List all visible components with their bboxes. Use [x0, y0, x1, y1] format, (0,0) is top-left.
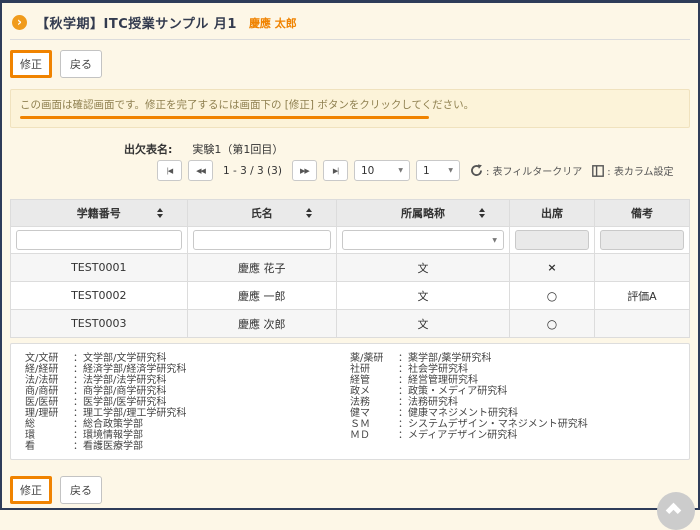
legend-item: 文/文研：文学部/文学研究科 [25, 353, 350, 364]
student-id-cell: TEST0003 [11, 310, 188, 338]
attendance-cell: ○ [510, 310, 595, 338]
sort-icon[interactable] [306, 208, 312, 218]
legend-item: 健マ：健康マネジメント研究科 [350, 408, 675, 419]
student-id-filter-input[interactable] [16, 230, 182, 250]
name-cell: 慶應 花子 [187, 254, 336, 282]
sort-icon[interactable] [157, 208, 163, 218]
note-filter-input [600, 230, 684, 250]
refresh-icon[interactable] [470, 164, 483, 177]
legend-item: 薬/薬研：薬学部/薬学研究科 [350, 353, 675, 364]
attendance-confirm-page: { "header": { "bullet_icon": "›", "title… [0, 0, 700, 510]
legend-item: 看：看護医療学部 [25, 441, 350, 452]
page-number-value: 1 [423, 165, 430, 177]
legend-item: 経管：経営管理研究科 [350, 375, 675, 386]
column-settings-tool: : 表カラム設定 [592, 163, 673, 178]
legend-item: ＭＤ：メディアデザイン研究科 [350, 430, 675, 441]
bottom-actions: 修正 戻る [10, 476, 102, 504]
legend-item: 商/商研：商学部/商学研究科 [25, 386, 350, 397]
affiliation-filter-select[interactable]: ▼ [342, 230, 504, 250]
attendance-filter-input [515, 230, 589, 250]
student-id-cell: TEST0001 [11, 254, 188, 282]
legend-item: 総：総合政策学部 [25, 419, 350, 430]
affiliation-cell: 文 [336, 310, 509, 338]
name-cell: 慶應 次郎 [187, 310, 336, 338]
filter-clear-label: : 表フィルタークリア [486, 163, 582, 178]
confirmation-notice: この画面は確認画面です。修正を完了するには画面下の [修正] ボタンをクリックし… [10, 89, 690, 128]
chevron-up-icon [666, 503, 682, 519]
column-header-note: 備考 [594, 200, 689, 227]
legend-left-column: 文/文研：文学部/文学研究科 経/経研：経済学部/経済学研究科 法/法研：法学部… [25, 353, 350, 450]
legend-item: 医/医研：医学部/医学研究科 [25, 397, 350, 408]
legend-item: 理/理研：理工学部/理工学研究科 [25, 408, 350, 419]
legend-item: ＳＭ：システムデザイン・マネジメント研究科 [350, 419, 675, 430]
table-row: TEST0002 慶應 一郎 文 ○ 評価A [11, 282, 690, 310]
orange-bullet-icon: › [12, 15, 27, 30]
page-title: 【秋学期】ITC授業サンプル 月1 [36, 13, 237, 32]
next-page-button[interactable]: ▶▶ [292, 160, 317, 181]
chevron-down-icon: ▼ [448, 167, 453, 174]
column-header-affiliation[interactable]: 所属略称 [336, 200, 509, 227]
legend-item: 環：環境情報学部 [25, 430, 350, 441]
attendance-sheet-label: 出欠表名: [124, 141, 172, 157]
attendance-cell: × [510, 254, 595, 282]
last-page-button[interactable]: ▶| [323, 160, 348, 181]
page-number-select[interactable]: 1 ▼ [416, 160, 460, 181]
name-cell: 慶應 一郎 [187, 282, 336, 310]
top-actions: 修正 戻る [10, 50, 102, 78]
prev-page-button[interactable]: ◀◀ [188, 160, 213, 181]
legend-item: 社研：社会学研究科 [350, 364, 675, 375]
first-page-button[interactable]: |◀ [157, 160, 182, 181]
back-button-top[interactable]: 戻る [60, 50, 102, 78]
attendance-sheet-value: 実験1（第1回目） [192, 141, 283, 157]
table-filter-row: ▼ [11, 227, 690, 254]
notice-underline [20, 116, 429, 119]
filter-clear-tool: : 表フィルタークリア [470, 163, 582, 178]
edit-button-bottom[interactable]: 修正 [10, 476, 52, 504]
column-settings-label: : 表カラム設定 [607, 163, 673, 178]
chevron-down-icon: ▼ [398, 167, 403, 174]
student-id-cell: TEST0002 [11, 282, 188, 310]
table-row: TEST0001 慶應 花子 文 × [11, 254, 690, 282]
sort-icon[interactable] [479, 208, 485, 218]
table-columns-icon[interactable] [592, 165, 604, 177]
attendance-cell: ○ [510, 282, 595, 310]
name-filter-input[interactable] [193, 230, 331, 250]
legend-item: 経/経研：経済学部/経済学研究科 [25, 364, 350, 375]
edit-button-top[interactable]: 修正 [10, 50, 52, 78]
note-cell [594, 254, 689, 282]
user-name-link[interactable]: 慶應 太郎 [249, 15, 297, 31]
legend-item: 法務：法務研究科 [350, 397, 675, 408]
back-button-bottom[interactable]: 戻る [60, 476, 102, 504]
attendance-sheet-row: 出欠表名: 実験1（第1回目） [124, 141, 283, 157]
legend-right-column: 薬/薬研：薬学部/薬学研究科 社研：社会学研究科 経管：経営管理研究科 政メ：政… [350, 353, 675, 450]
affiliation-legend: 文/文研：文学部/文学研究科 経/経研：経済学部/経済学研究科 法/法研：法学部… [10, 343, 690, 460]
page-size-value: 10 [361, 165, 374, 177]
page-range-text: 1 - 3 / 3 (3) [223, 165, 282, 177]
note-cell: 評価A [594, 282, 689, 310]
column-header-student-id[interactable]: 学籍番号 [11, 200, 188, 227]
affiliation-cell: 文 [336, 282, 509, 310]
chevron-down-icon: ▼ [492, 237, 497, 244]
column-header-attendance: 出席 [510, 200, 595, 227]
affiliation-cell: 文 [336, 254, 509, 282]
column-header-name[interactable]: 氏名 [187, 200, 336, 227]
table-row: TEST0003 慶應 次郎 文 ○ [11, 310, 690, 338]
scroll-to-top-button[interactable] [657, 492, 695, 530]
attendance-table: 学籍番号 氏名 所属略称 出席 備考 ▼ [10, 199, 690, 338]
legend-item: 政メ：政策・メディア研究科 [350, 386, 675, 397]
legend-item: 法/法研：法学部/法学研究科 [25, 375, 350, 386]
page-size-select[interactable]: 10 ▼ [354, 160, 410, 181]
pagination-bar: |◀ ◀◀ 1 - 3 / 3 (3) ▶▶ ▶| 10 ▼ 1 ▼ : 表フィ… [157, 160, 674, 181]
table-header-row: 学籍番号 氏名 所属略称 出席 備考 [11, 200, 690, 227]
header-divider [10, 39, 690, 40]
note-cell [594, 310, 689, 338]
page-header: › 【秋学期】ITC授業サンプル 月1 慶應 太郎 [12, 13, 297, 32]
notice-text: この画面は確認画面です。修正を完了するには画面下の [修正] ボタンをクリックし… [20, 97, 680, 112]
